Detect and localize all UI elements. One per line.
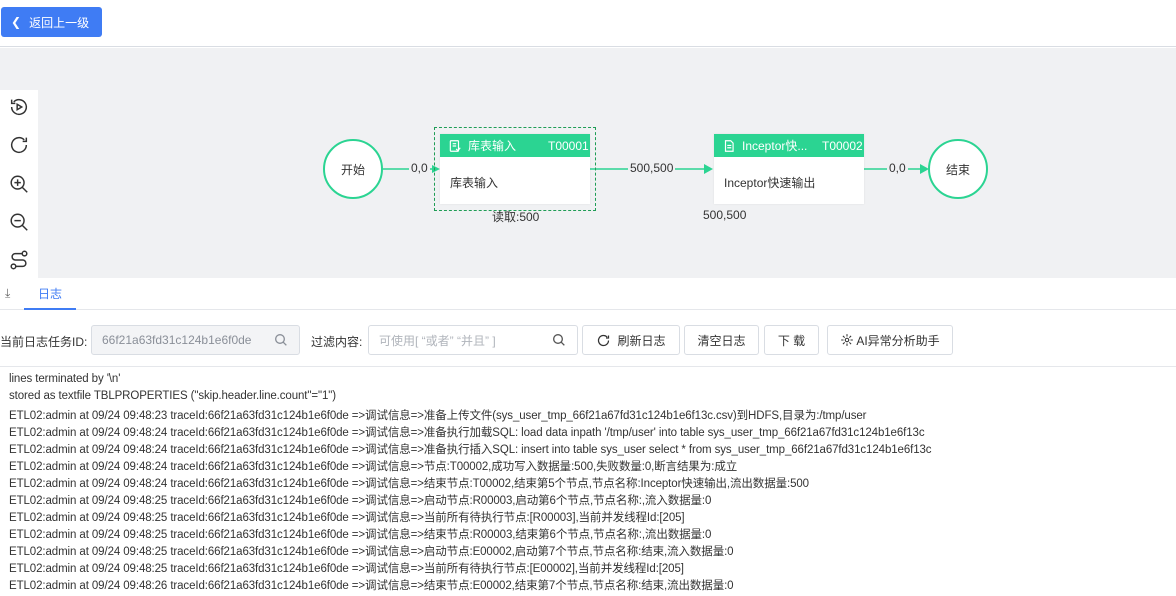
end-node-label: 结束 [945,162,970,177]
task-node-name: 库表输入 [468,139,517,153]
refresh-log-label: 刷新日志 [617,333,666,348]
log-line: stored as textfile TBLPROPERTIES ("skip.… [9,390,336,402]
filter-placeholder: 可使用[ “或者” “并且” ] [379,333,496,348]
log-line: lines terminated by '\n' [9,373,121,385]
task-node-t00001[interactable]: 库表输入 T00001 库表输入 [440,134,590,204]
log-filter-bar: 当前日志任务ID: 66f21a63fd31c124b1e6f0de 过滤内容:… [0,318,1176,364]
tab-log-label: 日志 [37,286,62,301]
table-input-icon [449,139,461,152]
log-line: ETL02:admin at 09/24 09:48:24 traceId:66… [9,478,809,490]
bottom-tabs: ⤓ 日志 [0,278,1176,310]
log-line: ETL02:admin at 09/24 09:48:25 traceId:66… [9,546,734,558]
download-button[interactable]: 下 载 [764,325,819,355]
search-icon[interactable] [551,332,567,348]
log-line: ETL02:admin at 09/24 09:48:24 traceId:66… [9,461,738,473]
edge-label-start-t1: 0,0 [409,161,430,175]
flow-canvas[interactable]: 开始 库表输入 T00001 库表输入 Inceptor快... T00002 … [0,48,1176,280]
task-id-label: 当前日志任务ID: [0,335,88,349]
task-node-header: 库表输入 T00001 [440,134,590,157]
log-line: ETL02:admin at 09/24 09:48:25 traceId:66… [9,563,684,575]
search-icon [275,334,287,346]
ai-icon [841,334,854,346]
refresh-icon [598,334,610,346]
task-id-input[interactable]: 66f21a63fd31c124b1e6f0de [91,325,300,355]
tab-log[interactable]: 日志 [24,278,76,310]
output-count-label: 500,500 [703,208,747,222]
refresh-log-button[interactable]: 刷新日志 [582,325,680,355]
task-node-code: T00002 [822,138,863,153]
download-arrow-icon[interactable]: ⤓ [5,286,10,301]
task-node-name: Inceptor快... [742,139,808,153]
task-node-header: Inceptor快... T00002 [714,134,864,157]
back-button-label: 返回上一级 [29,15,90,30]
filter-input[interactable]: 可使用[ “或者” “并且” ] [368,325,578,355]
log-line: ETL02:admin at 09/24 09:48:25 traceId:66… [9,495,712,507]
log-line: ETL02:admin at 09/24 09:48:26 traceId:66… [9,580,734,592]
task-node-code: T00001 [548,138,589,153]
clear-log-label: 清空日志 [697,333,746,348]
file-output-icon [724,139,734,152]
download-label: 下 载 [777,333,806,348]
filter-label: 过滤内容: [311,335,363,349]
start-node-label: 开始 [340,162,365,177]
ai-assistant-label: AI异常分析助手 [856,333,940,348]
log-line: ETL02:admin at 09/24 09:48:23 traceId:66… [9,410,867,422]
back-button[interactable]: ❮ 返回上一级 [1,7,102,37]
top-bar: ❮ 返回上一级 [0,0,1176,47]
task-node-body: Inceptor快速输出 [724,176,816,190]
edge-label-t1-t2: 500,500 [628,161,676,175]
start-node[interactable]: 开始 [323,139,383,199]
log-line: ETL02:admin at 09/24 09:48:24 traceId:66… [9,427,925,439]
task-node-t00002[interactable]: Inceptor快... T00002 Inceptor快速输出 [714,134,864,204]
ai-assistant-button[interactable]: AI异常分析助手 [827,325,953,355]
task-node-body: 库表输入 [450,176,499,190]
log-line: ETL02:admin at 09/24 09:48:25 traceId:66… [9,512,685,524]
read-count-label: 读取:500 [492,210,540,224]
task-id-value: 66f21a63fd31c124b1e6f0de [102,333,252,347]
edge-label-t2-end: 0,0 [887,161,908,175]
log-line: ETL02:admin at 09/24 09:48:24 traceId:66… [9,444,932,456]
clear-log-button[interactable]: 清空日志 [684,325,759,355]
log-line: ETL02:admin at 09/24 09:48:25 traceId:66… [9,529,712,541]
log-output[interactable]: lines terminated by '\n' stored as textf… [0,366,1176,596]
chevron-left-icon: ❮ [11,15,22,29]
end-node[interactable]: 结束 [928,139,988,199]
